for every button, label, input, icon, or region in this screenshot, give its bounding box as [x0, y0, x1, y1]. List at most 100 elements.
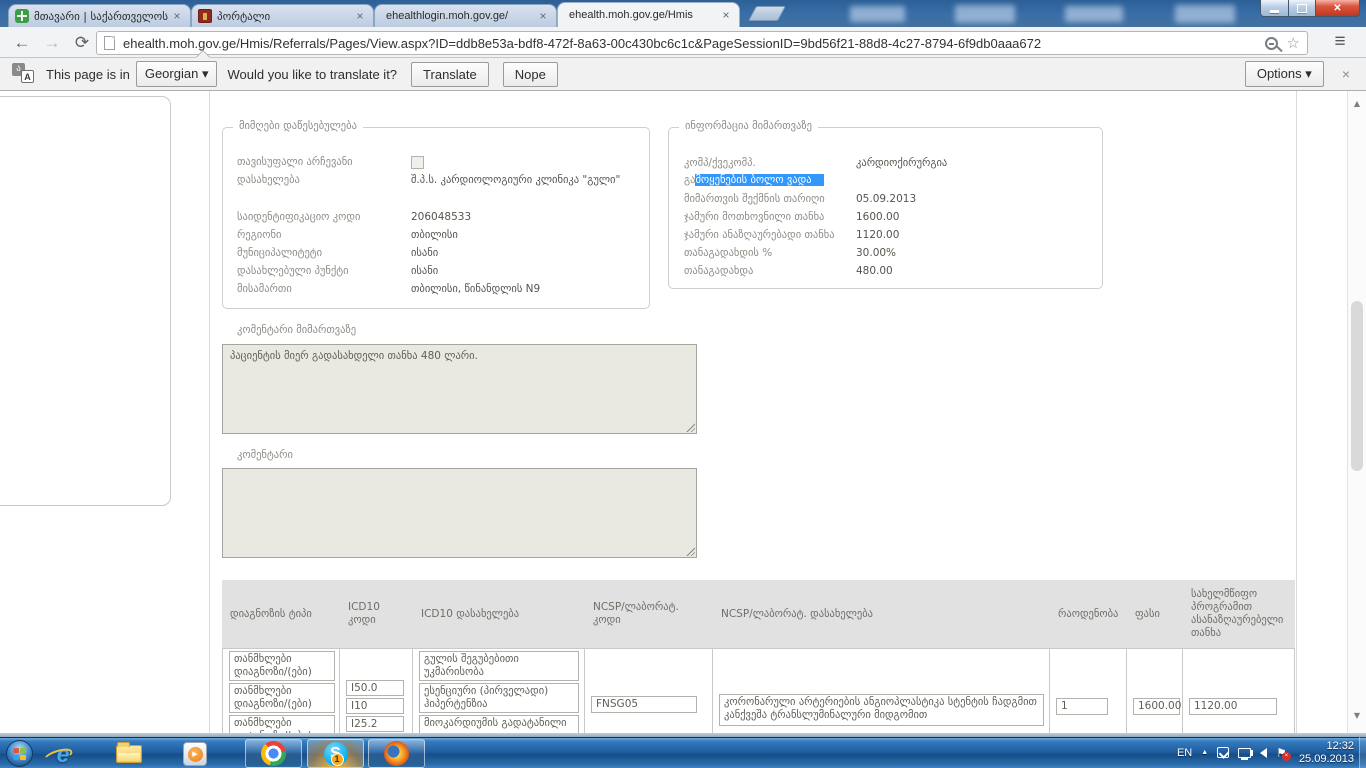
referral-comment-text: პაციენტის მიერ გადასახდელი თანხა 480 ლარ…: [230, 350, 478, 362]
infobar-close-icon[interactable]: ×: [1342, 66, 1350, 82]
tab-ehealth-active[interactable]: ehealth.moh.gov.ge/Hmis ×: [557, 2, 740, 27]
cell-icd10-codes: I50.0 I10 I25.2: [340, 648, 413, 733]
show-desktop-button[interactable]: [1359, 737, 1366, 768]
icd10-name-input[interactable]: მიოკარდიუმის გადატანილი: [419, 715, 579, 733]
icd10-name-input[interactable]: ესენციური (პირველადი) ჰიპერტენზია: [419, 683, 579, 713]
col-header-diagnosis-type: დიაგნოზის ტიპი: [222, 580, 340, 648]
fieldset-legend: მიმღები დაწესებულება: [233, 120, 363, 132]
resize-grip-icon[interactable]: [685, 546, 695, 556]
icd10-code-input[interactable]: I50.0: [346, 680, 404, 696]
free-choice-checkbox[interactable]: [411, 156, 424, 169]
col-header-quantity: რაოდენობა: [1050, 580, 1127, 648]
tab-close-icon[interactable]: ×: [719, 8, 733, 22]
infobar-message-prefix: This page is in: [46, 67, 130, 82]
ncsp-code-input[interactable]: FNSG05: [591, 696, 697, 713]
comment-label: კომენტარი: [237, 449, 293, 461]
cell-price: 1600.00: [1127, 648, 1183, 733]
icd10-name-input[interactable]: გულის შეგუბებითი უკმარისობა: [419, 651, 579, 681]
tab-title: ehealthlogin.moh.gov.ge/: [386, 10, 536, 22]
tab-close-icon[interactable]: ×: [353, 9, 367, 23]
ncsp-name-input[interactable]: კორონარული არტერიების ანგიოპლასტიკა სტენ…: [719, 694, 1044, 726]
quantity-input[interactable]: 1: [1056, 698, 1108, 715]
icd10-code-input[interactable]: I10: [346, 698, 404, 714]
field-label: კომპ/ქვეკომპ.: [684, 154, 856, 172]
field-label-selected: გამოყენების ბოლო ვადა: [684, 172, 856, 190]
new-tab-button[interactable]: [748, 6, 786, 21]
skype-icon: S1: [324, 742, 348, 766]
field-label: თანაგადახდა: [684, 262, 856, 280]
icd10-code-input[interactable]: I25.2: [346, 716, 404, 732]
restore-icon: [1297, 4, 1307, 13]
resize-grip-icon[interactable]: [685, 422, 695, 432]
translate-icon: ა A: [12, 63, 36, 85]
field-value: 480.00: [856, 262, 1096, 280]
tab-title: პორტალი: [217, 10, 353, 23]
program-amount-input[interactable]: 1120.00: [1189, 698, 1277, 715]
tab-close-icon[interactable]: ×: [170, 9, 184, 23]
aero-glass-reflection: [955, 5, 1015, 23]
reload-icon: ⟳: [75, 33, 89, 52]
tray-expand-icon[interactable]: ▲: [1201, 749, 1208, 756]
bookmark-star-icon[interactable]: ☆: [1287, 36, 1300, 51]
translate-button[interactable]: Translate: [411, 62, 489, 87]
scroll-down-icon[interactable]: ▼: [1348, 711, 1366, 720]
chrome-menu-button[interactable]: ≡: [1322, 30, 1358, 55]
window-minimize-button[interactable]: [1260, 0, 1289, 17]
field-label: მისამართი: [237, 280, 411, 298]
window-close-button[interactable]: ✕: [1315, 0, 1360, 17]
options-dropdown[interactable]: Options ▾: [1245, 61, 1324, 87]
scrollbar-thumb[interactable]: [1351, 301, 1363, 471]
field-value: ისანი: [411, 244, 649, 262]
tab-home-portal[interactable]: მთავარი | საქართველოს ×: [8, 4, 191, 27]
volume-icon[interactable]: [1260, 748, 1267, 758]
aero-glass-reflection: [850, 6, 905, 22]
field-label: ჯამური მოთხოვნილი თანხა: [684, 208, 856, 226]
page-info-icon[interactable]: [104, 36, 115, 50]
address-bar[interactable]: ehealth.moh.gov.ge/Hmis/Referrals/Pages/…: [96, 31, 1308, 55]
media-player-icon[interactable]: ▶: [178, 741, 212, 767]
comment-textarea[interactable]: [222, 468, 697, 558]
field-label: დასახლებული პუნქტი: [237, 262, 411, 280]
url-text[interactable]: ehealth.moh.gov.ge/Hmis/Referrals/Pages/…: [123, 36, 1265, 51]
field-label: საიდენტიფიკაციო კოდი: [237, 208, 411, 226]
field-label: მუნიციპალიტეტი: [237, 244, 411, 262]
forward-button[interactable]: →: [38, 30, 66, 55]
vertical-scrollbar[interactable]: ▲ ▼: [1347, 91, 1366, 733]
referral-comment-textarea[interactable]: პაციენტის მიერ გადასახდელი თანხა 480 ლარ…: [222, 344, 697, 434]
tab-portal[interactable]: პორტალი ×: [191, 4, 374, 27]
back-button[interactable]: ←: [8, 30, 36, 55]
referral-info-fieldset: ინფორმაცია მიმართვაზე კომპ/ქვეკომპ. კარდ…: [668, 127, 1103, 289]
scroll-up-icon[interactable]: ▲: [1348, 99, 1366, 108]
reload-button[interactable]: ⟳: [68, 30, 96, 55]
start-button[interactable]: [6, 740, 33, 767]
keyboard-language-indicator[interactable]: EN: [1177, 747, 1192, 759]
field-value: [856, 172, 1096, 190]
diagnosis-type-input[interactable]: თანმხლები დიაგნოზი/(ები): [229, 715, 335, 733]
clock-time: 12:32: [1326, 740, 1354, 752]
skype-taskbar-button[interactable]: S1: [307, 739, 364, 768]
field-value: 30.00%: [856, 244, 1096, 262]
firefox-taskbar-button[interactable]: [368, 739, 425, 768]
taskbar-clock[interactable]: 12:32 25.09.2013: [1299, 740, 1354, 766]
window-restore-button[interactable]: [1288, 0, 1316, 17]
desktop: მთავარი | საქართველოს × პორტალი × ehealt…: [0, 0, 1366, 768]
zoom-magnifier-icon[interactable]: [1265, 37, 1278, 50]
tab-close-icon[interactable]: ×: [536, 9, 550, 23]
field-value: ისანი: [411, 262, 649, 280]
internet-explorer-icon[interactable]: e: [46, 741, 80, 767]
file-explorer-icon[interactable]: [112, 741, 146, 767]
firefox-icon: [384, 741, 409, 766]
skype-notification-badge: 1: [331, 753, 344, 766]
price-input[interactable]: 1600.00: [1133, 698, 1180, 715]
diagnosis-type-input[interactable]: თანმხლები დიაგნოზი/(ები): [229, 651, 335, 681]
chrome-taskbar-button[interactable]: [245, 739, 302, 768]
cell-diagnosis-types: თანმხლები დიაგნოზი/(ები) თანმხლები დიაგნ…: [222, 648, 340, 733]
action-center-flag-icon[interactable]: ⚑×: [1276, 747, 1287, 759]
nope-button[interactable]: Nope: [503, 62, 558, 87]
diagnosis-type-input[interactable]: თანმხლები დიაგნოზი/(ები): [229, 683, 335, 713]
tab-ehealthlogin[interactable]: ehealthlogin.moh.gov.ge/ ×: [374, 4, 557, 27]
safely-remove-hardware-icon[interactable]: [1217, 747, 1229, 758]
cell-ncsp-name: კორონარული არტერიების ანგიოპლასტიკა სტენ…: [713, 648, 1050, 733]
language-dropdown[interactable]: Georgian ▾: [136, 61, 218, 87]
cell-program-amount: 1120.00: [1183, 648, 1295, 733]
